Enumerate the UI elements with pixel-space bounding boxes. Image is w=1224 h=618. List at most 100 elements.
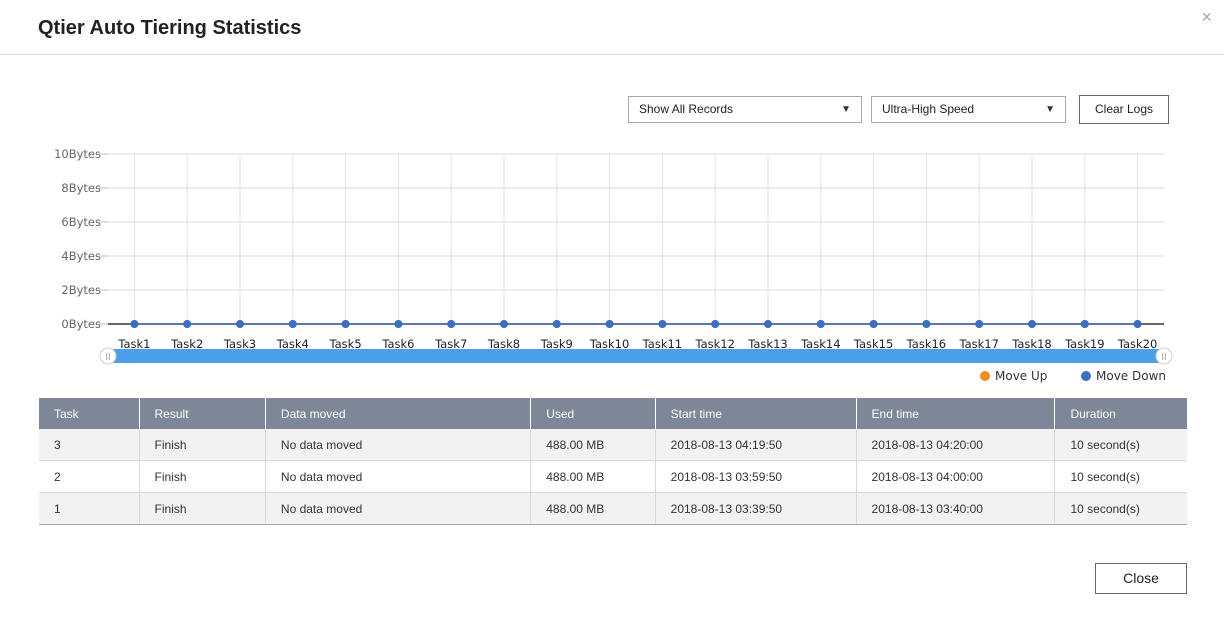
data-point bbox=[1028, 320, 1036, 328]
title-divider bbox=[0, 54, 1224, 55]
navigator-handle-grip: ll bbox=[105, 353, 110, 363]
x-tick-label: Task8 bbox=[487, 337, 520, 351]
data-point bbox=[288, 320, 297, 328]
x-tick-label: Task1 bbox=[117, 337, 150, 351]
chart-grid-vertical bbox=[133, 154, 1139, 324]
table-row[interactable]: 2 Finish No data moved 488.00 MB 2018-08-13 … bbox=[39, 460, 1187, 493]
x-tick-label: Task14 bbox=[800, 337, 840, 351]
column-header[interactable]: Used bbox=[530, 398, 656, 429]
table-header-row: Task Result Data moved Used Start time End ti… bbox=[39, 398, 1187, 429]
x-tick-label: Task15 bbox=[853, 337, 893, 351]
table-cell: 2018-08-13 03:59:50 bbox=[655, 460, 857, 493]
chart-y-axis: 0Bytes 2Bytes 4Bytes 6Bytes 8Bytes 10Bytes bbox=[54, 147, 101, 331]
legend-item[interactable]: Move Down bbox=[1081, 369, 1166, 383]
records-filter-select[interactable]: Show All Records ▼ bbox=[628, 96, 862, 123]
column-header[interactable]: Start time bbox=[655, 398, 857, 429]
data-point bbox=[764, 320, 772, 328]
table-cell: 2018-08-13 03:40:00 bbox=[856, 492, 1056, 525]
x-tick-label: Task4 bbox=[276, 337, 309, 351]
table-cell: 2018-08-13 04:20:00 bbox=[856, 429, 1056, 461]
data-point bbox=[341, 320, 350, 328]
table-cell: 2 bbox=[39, 460, 140, 493]
table-cell: 488.00 MB bbox=[530, 492, 656, 525]
chevron-down-icon: ▼ bbox=[841, 104, 851, 115]
data-point bbox=[183, 320, 192, 328]
clear-logs-button[interactable]: Clear Logs bbox=[1079, 95, 1169, 124]
data-point bbox=[605, 320, 614, 328]
y-tick-label: 6Bytes bbox=[61, 215, 101, 229]
statistics-dialog: Qtier Auto Tiering Statistics × Show All… bbox=[0, 0, 1224, 618]
records-filter-value: Show All Records bbox=[639, 102, 734, 116]
y-tick-label: 10Bytes bbox=[54, 147, 101, 161]
column-header[interactable]: Result bbox=[139, 398, 266, 429]
x-tick-label: Task3 bbox=[223, 337, 256, 351]
data-point bbox=[500, 320, 508, 328]
data-point bbox=[816, 320, 825, 328]
speed-select[interactable]: Ultra-High Speed ▼ bbox=[871, 96, 1066, 123]
y-tick-label: 2Bytes bbox=[61, 283, 101, 297]
column-header[interactable]: End time bbox=[856, 398, 1056, 429]
table-cell: No data moved bbox=[265, 492, 532, 525]
chevron-down-icon: ▼ bbox=[1045, 104, 1055, 115]
data-point bbox=[869, 320, 878, 328]
table-row[interactable]: 3 Finish No data moved 488.00 MB 2018-08-13 … bbox=[39, 429, 1187, 461]
legend-marker bbox=[1081, 371, 1091, 381]
x-tick-label: Task13 bbox=[747, 337, 787, 351]
x-tick-label: Task12 bbox=[694, 337, 734, 351]
x-tick-label: Task10 bbox=[589, 337, 629, 351]
x-tick-label: Task6 bbox=[381, 337, 414, 351]
dialog-title: Qtier Auto Tiering Statistics bbox=[38, 17, 302, 39]
data-point bbox=[552, 320, 561, 328]
data-point bbox=[236, 320, 244, 328]
legend-marker bbox=[980, 371, 990, 381]
x-tick-label: Task7 bbox=[434, 337, 467, 351]
legend-label: Move Up bbox=[995, 369, 1047, 383]
table-cell: 2018-08-13 04:19:50 bbox=[655, 429, 857, 461]
table-body: 3 Finish No data moved 488.00 MB 2018-08-13 … bbox=[39, 429, 1187, 525]
close-button[interactable]: Close bbox=[1095, 563, 1187, 594]
legend-item[interactable]: Move Up bbox=[980, 369, 1047, 383]
table-cell: No data moved bbox=[265, 460, 532, 493]
chart-x-axis: Task1 Task2 Task3 Task4 Task5 Task6 Task7 Task8… bbox=[108, 323, 1164, 351]
table-cell: Finish bbox=[139, 460, 266, 493]
x-tick-label: Task18 bbox=[1011, 337, 1051, 351]
x-tick-label: Task2 bbox=[170, 337, 203, 351]
x-tick-label: Task20 bbox=[1117, 337, 1157, 351]
x-tick-label: Task19 bbox=[1064, 337, 1104, 351]
chart-navigator: ll ll bbox=[99, 347, 1173, 365]
table-cell: 1 bbox=[39, 492, 140, 525]
data-point bbox=[447, 320, 456, 328]
table-cell: 2018-08-13 03:39:50 bbox=[655, 492, 857, 525]
data-point bbox=[658, 320, 667, 328]
chart-legend: Move Up Move Down bbox=[980, 369, 1166, 383]
data-point bbox=[975, 320, 984, 328]
x-tick-label: Task9 bbox=[540, 337, 573, 351]
navigator-handle-grip: ll bbox=[1161, 353, 1166, 363]
table-cell: 2018-08-13 04:00:00 bbox=[856, 460, 1056, 493]
table-row[interactable]: 1 Finish No data moved 488.00 MB 2018-08-13 … bbox=[39, 492, 1187, 525]
x-tick-label: Task5 bbox=[329, 337, 362, 351]
data-point bbox=[130, 320, 139, 328]
table-cell: 10 second(s) bbox=[1054, 492, 1187, 525]
table-cell: Finish bbox=[139, 429, 266, 461]
y-tick-label: 4Bytes bbox=[61, 249, 101, 263]
table-cell: Finish bbox=[139, 492, 266, 525]
data-point bbox=[711, 320, 720, 328]
data-point bbox=[922, 320, 931, 328]
y-tick-label: 8Bytes bbox=[61, 181, 101, 195]
table-cell: 488.00 MB bbox=[530, 429, 656, 461]
column-header[interactable]: Task bbox=[39, 398, 140, 429]
column-header[interactable]: Data moved bbox=[265, 398, 532, 429]
column-header[interactable]: Duration bbox=[1054, 398, 1187, 429]
legend-label: Move Down bbox=[1096, 369, 1166, 383]
x-tick-label: Task17 bbox=[958, 337, 998, 351]
close-icon[interactable]: × bbox=[1201, 8, 1212, 26]
navigator-bar bbox=[108, 349, 1164, 363]
table-cell: 10 second(s) bbox=[1054, 429, 1187, 461]
x-tick-label: Task11 bbox=[642, 337, 682, 351]
x-tick-label: Task16 bbox=[906, 337, 946, 351]
data-point bbox=[1133, 320, 1142, 328]
table-cell: No data moved bbox=[265, 429, 532, 461]
table-cell: 488.00 MB bbox=[530, 460, 656, 493]
tiering-log-table: Task Result Data moved Used Start time End ti… bbox=[39, 398, 1187, 525]
